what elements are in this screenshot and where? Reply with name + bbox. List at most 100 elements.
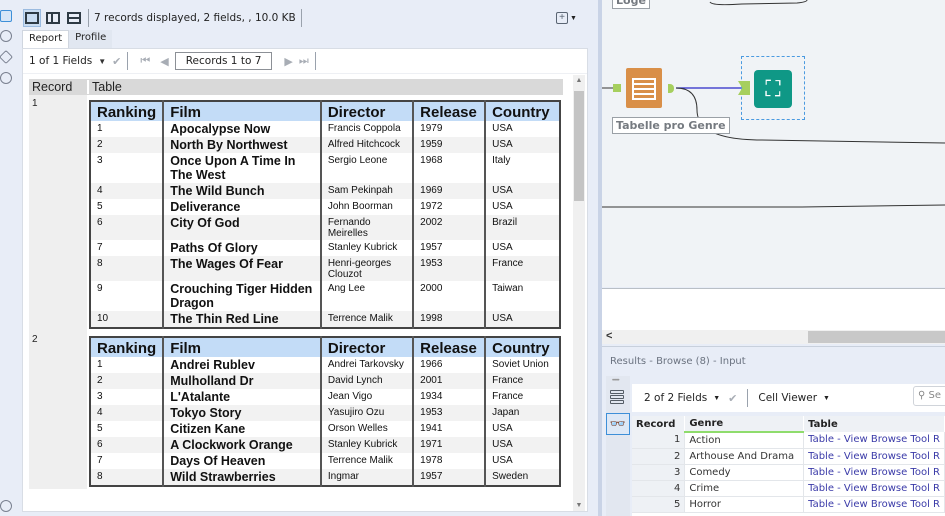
vertical-scrollbar[interactable]: ▲ ▼ [573,75,585,511]
plus-box-icon: + [556,12,568,24]
movie-row: 1 Apocalypse Now Francis Coppola 1979 USA [90,121,560,137]
movie-release: 1941 [412,421,486,437]
movie-row: 7 Days Of Heaven Terrence Malik 1978 USA [90,453,560,469]
results-cell-table[interactable]: Table - View Browse Tool R [803,448,945,465]
movie-film: Mulholland Dr [162,373,321,389]
table-icon [632,78,656,100]
column-header-table[interactable]: Table [803,416,945,432]
movie-film: The Wages Of Fear [162,256,321,281]
movie-director: Ingmar [319,469,414,486]
split-vertical-button[interactable] [44,9,62,27]
movie-row: 2 North By Northwest Alfred Hitchcock 1959 U… [90,137,560,153]
binoculars-icon[interactable]: 👓 [606,413,630,435]
chevron-down-icon[interactable]: ▼ [823,395,830,402]
movie-country: France [484,256,560,281]
chevron-down-icon[interactable]: ▼ [98,57,106,66]
movie-film: The Thin Red Line [162,311,321,328]
movie-country: France [484,389,560,405]
movie-film: Days Of Heaven [162,453,321,469]
configuration-icon[interactable] [0,10,12,22]
toolbar-divider [88,9,89,27]
movie-ranking: 1 [97,359,103,370]
chevron-down-icon[interactable]: ▼ [713,395,720,402]
results-cell-table[interactable]: Table - View Browse Tool R [803,496,945,513]
table-tool-node[interactable] [626,68,662,108]
record-number: 2 [29,331,87,489]
tool-icon-strip [0,0,20,516]
tag-icon[interactable] [0,49,14,65]
results-row[interactable]: 1 Action Table - View Browse Tool R [632,432,945,449]
scrollbar-thumb[interactable] [574,91,584,201]
add-view-button[interactable]: + ▼ [556,10,578,26]
movie-country: USA [484,121,560,137]
results-row[interactable]: 5 Horror Table - View Browse Tool R [632,496,945,513]
movie-director: Stanley Kubrick [319,240,414,256]
report-header: Record Table [29,79,563,95]
single-view-button[interactable] [23,9,41,27]
scrollbar-thumb[interactable] [808,331,945,343]
single-pane-icon [25,12,39,24]
checkmark-icon[interactable]: ✔ [112,55,121,68]
results-row[interactable]: 4 Crime Table - View Browse Tool R [632,480,945,497]
toolbar-divider [300,9,302,27]
results-fields-selector[interactable]: 2 of 2 Fields [644,392,707,404]
results-toolbar: 2 of 2 Fields ▼ ✔ Cell Viewer ▼ [632,384,945,412]
movie-country: USA [484,240,560,256]
chevron-down-icon: ▼ [570,14,577,22]
results-sidebar: •••••• 👓 [606,376,630,516]
movie-film: Citizen Kane [162,421,321,437]
first-record-icon[interactable]: ⏮ [140,55,150,68]
tab-report[interactable]: Report [22,30,70,48]
last-record-icon[interactable]: ⏭ [299,55,309,68]
results-cell-table[interactable]: Table - View Browse Tool R [803,480,945,497]
split-horizontal-icon [67,12,81,24]
movie-director: Terrence Malik [319,311,414,328]
scroll-left-icon[interactable]: < [606,330,612,342]
scroll-down-icon[interactable]: ▼ [573,502,585,509]
tab-profile[interactable]: Profile [69,30,113,48]
movie-film: Paths Of Glory [162,240,321,256]
table-node-label: Tabelle pro Genre [612,117,730,134]
column-header-genre[interactable]: Genre [684,416,805,433]
results-row[interactable]: 2 Arthouse And Drama Table - View Browse T… [632,448,945,465]
split-horizontal-button[interactable] [65,9,83,27]
input-anchor[interactable] [613,84,621,92]
movie-country: USA [484,453,560,469]
next-record-icon[interactable]: ▶ [284,55,292,68]
column-header-record[interactable]: Record [632,416,686,432]
nav-divider [314,52,316,70]
grip-handle[interactable]: •••••• [612,378,620,384]
record-table-cell: Ranking Film Director Release Country 1 Apocal… [87,95,563,331]
results-search-input[interactable]: ⚲ Se [913,386,945,406]
movie-release: 1979 [412,121,486,137]
scroll-up-icon[interactable]: ▲ [573,77,585,84]
movie-country: USA [484,421,560,437]
movie-film: Tokyo Story [162,405,321,421]
results-row[interactable]: 3 Comedy Table - View Browse Tool R [632,464,945,481]
results-cell-table[interactable]: Table - View Browse Tool R [803,464,945,481]
browse-tool-node[interactable]: ⛶ [754,70,792,108]
movie-table-header: Country [484,101,560,121]
movie-ranking: 2 [90,373,164,389]
movie-film: Andrei Rublev [162,357,321,373]
movie-country: Taiwan [484,281,560,311]
cell-viewer-dropdown[interactable]: Cell Viewer [758,392,817,404]
movie-country: Italy [484,153,560,183]
movie-row: 5 Deliverance John Boorman 1972 USA [90,199,560,215]
movie-director: Alfred Hitchcock [319,137,414,153]
movie-row: 9 Crouching Tiger Hidden Dragon Ang Lee 200… [90,281,560,311]
results-cell-table[interactable]: Table - View Browse Tool R [803,432,945,449]
movie-film: Wild Strawberries [162,469,321,486]
check-icon[interactable] [0,500,12,512]
annotation-icon[interactable] [0,30,12,42]
horizontal-scrollbar[interactable]: < [602,330,945,344]
previous-record-icon[interactable]: ◀ [160,55,168,68]
movie-release: 1953 [412,405,486,421]
movie-row: 5 Citizen Kane Orson Welles 1941 USA [90,421,560,437]
checkmark-icon[interactable]: ✔ [728,392,737,405]
fields-selector[interactable]: 1 of 1 Fields [29,55,92,67]
node-label-top: Loge [612,0,650,9]
help-icon[interactable] [0,72,12,84]
list-view-icon[interactable] [610,390,624,406]
movie-film: Apocalypse Now [162,121,321,137]
